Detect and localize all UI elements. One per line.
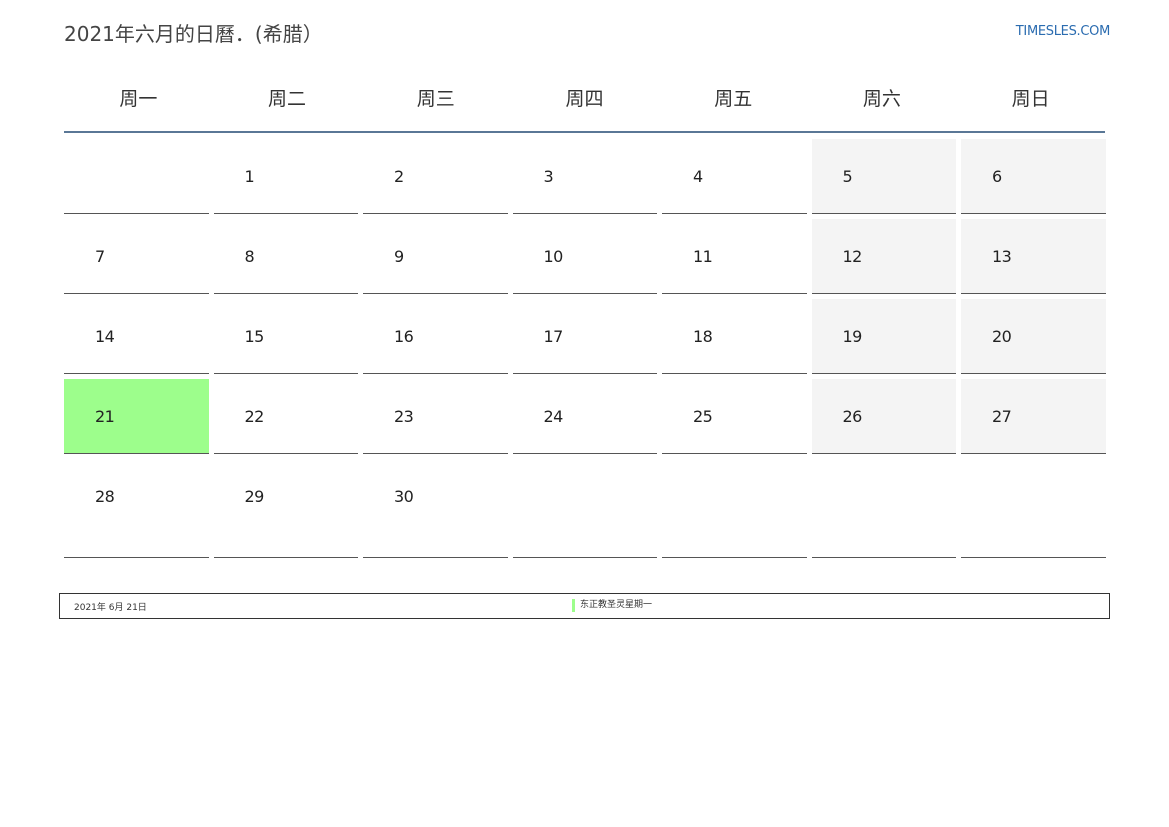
header-divider (64, 131, 1105, 133)
day-number: 1 (244, 167, 255, 186)
day-number: 26 (842, 407, 863, 426)
day-number: 24 (543, 407, 564, 426)
calendar-day-cell[interactable]: 2 (363, 139, 508, 214)
calendar-week-row: 7 8 9 10 11 12 13 (64, 219, 1106, 294)
calendar-day-cell[interactable]: 28 (64, 459, 209, 558)
calendar-day-cell[interactable]: 3 (512, 139, 657, 214)
day-number: 4 (693, 167, 703, 186)
day-number: 8 (244, 247, 255, 266)
calendar-day-cell[interactable]: 9 (363, 219, 508, 294)
calendar-day-cell[interactable]: 27 (961, 379, 1106, 454)
calendar-day-cell[interactable]: 12 (811, 219, 956, 294)
calendar-empty-cell (961, 459, 1106, 558)
day-number: 13 (992, 247, 1012, 266)
day-number: 17 (543, 327, 564, 346)
calendar-empty-cell (64, 139, 209, 214)
holiday-footer: 2021年 6月 21日 东正教圣灵星期一 (59, 593, 1110, 619)
day-number: 28 (95, 487, 115, 506)
weekday-label: 周日 (1011, 88, 1050, 110)
calendar-day-cell[interactable]: 5 (811, 139, 956, 214)
calendar-day-cell[interactable]: 8 (213, 219, 358, 294)
day-number: 15 (244, 327, 265, 346)
calendar-day-cell[interactable]: 11 (662, 219, 807, 294)
day-number: 29 (244, 487, 265, 506)
calendar-day-cell[interactable]: 10 (512, 219, 657, 294)
calendar-day-cell[interactable]: 23 (363, 379, 508, 454)
calendar-day-cell[interactable]: 29 (213, 459, 358, 558)
day-number: 7 (95, 247, 105, 266)
day-number: 2 (394, 167, 404, 186)
calendar-day-cell[interactable]: 20 (961, 299, 1106, 374)
calendar-day-cell[interactable]: 30 (363, 459, 508, 558)
weekday-label: 周五 (714, 88, 753, 110)
day-number: 6 (992, 167, 1002, 186)
calendar-day-cell[interactable]: 18 (662, 299, 807, 374)
weekday-label: 周三 (416, 88, 455, 110)
weekday-label: 周六 (862, 88, 901, 110)
holiday-date: 2021年 6月 21日 (74, 603, 147, 613)
calendar-day-cell[interactable]: 24 (512, 379, 657, 454)
calendar-day-cell[interactable]: 15 (213, 299, 358, 374)
calendar-empty-cell (512, 459, 657, 558)
calendar-day-cell[interactable]: 26 (811, 379, 956, 454)
calendar-empty-cell (811, 459, 956, 558)
calendar-day-cell[interactable]: 13 (961, 219, 1106, 294)
calendar-day-cell[interactable]: 25 (662, 379, 807, 454)
calendar-grid: 1 2 3 4 5 6 7 8 9 10 11 12 13 14 15 16 17 18 19 20 21 22 23 24 2… (64, 139, 1106, 563)
calendar-day-cell[interactable]: 7 (64, 219, 209, 294)
calendar-week-row: 14 15 16 17 18 19 20 (64, 299, 1106, 374)
day-number: 18 (693, 327, 713, 346)
calendar-day-cell[interactable]: 16 (363, 299, 508, 374)
calendar-day-cell[interactable]: 19 (811, 299, 956, 374)
day-number: 22 (244, 407, 265, 426)
calendar-week-row: 1 2 3 4 5 6 (64, 139, 1106, 214)
day-number: 16 (394, 327, 414, 346)
calendar-day-cell[interactable]: 22 (213, 379, 358, 454)
calendar-week-row: 21 22 23 24 25 26 27 (64, 379, 1106, 454)
weekday-header: 周一 周二 周三 周四 周五 周六 周日 (64, 76, 1105, 122)
weekday-label: 周一 (119, 88, 158, 110)
weekday-label: 周四 (565, 88, 604, 110)
calendar-day-cell[interactable]: 4 (662, 139, 807, 214)
day-number: 5 (842, 167, 853, 186)
calendar-day-cell[interactable]: 21 (64, 379, 209, 454)
calendar-empty-cell (662, 459, 807, 558)
day-number: 3 (543, 167, 554, 186)
page-title: 2021年六月的日曆．(希腊） (64, 22, 323, 46)
calendar-day-cell[interactable]: 1 (213, 139, 358, 214)
day-number: 21 (95, 407, 115, 426)
calendar-day-cell[interactable]: 17 (512, 299, 657, 374)
site-link[interactable]: TIMESLES.COM (1016, 24, 1111, 39)
day-number: 9 (394, 247, 404, 266)
day-number: 30 (394, 487, 414, 506)
day-number: 19 (842, 327, 863, 346)
day-number: 20 (992, 327, 1012, 346)
day-number: 27 (992, 407, 1012, 426)
holiday-name: 东正教圣灵星期一 (572, 599, 652, 612)
day-number: 11 (693, 247, 713, 266)
day-number: 10 (543, 247, 564, 266)
day-number: 12 (842, 247, 863, 266)
calendar-day-cell[interactable]: 14 (64, 299, 209, 374)
weekday-label: 周二 (268, 88, 307, 110)
day-number: 25 (693, 407, 713, 426)
calendar-day-cell[interactable]: 6 (961, 139, 1106, 214)
calendar-week-row: 28 29 30 (64, 459, 1106, 558)
day-number: 23 (394, 407, 414, 426)
day-number: 14 (95, 327, 115, 346)
